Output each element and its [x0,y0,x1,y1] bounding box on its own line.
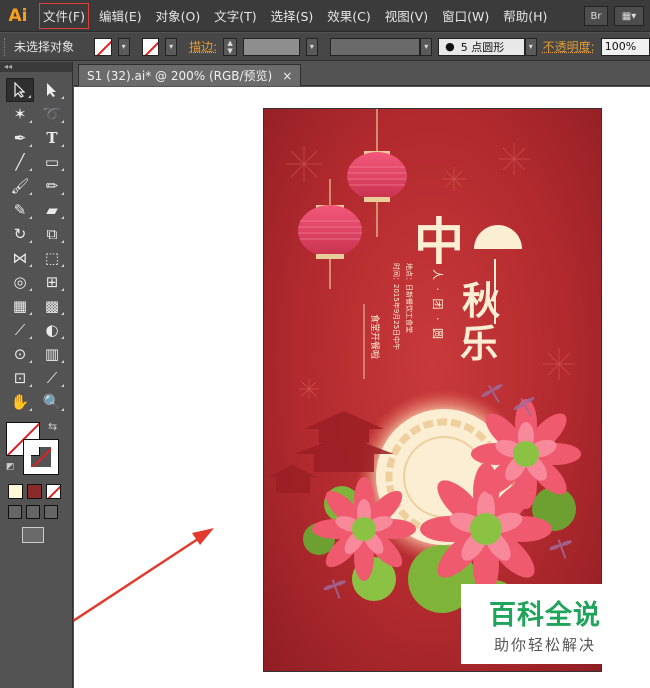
color-mode-icon[interactable] [8,484,23,499]
menu-window[interactable]: 窗口(W) [435,0,496,32]
width-tool-icon[interactable]: ⋈ [6,246,34,270]
artboard-tool-icon[interactable]: ⊡ [6,366,34,390]
perspective-grid-icon[interactable]: ⊞ [38,270,66,294]
zoom-tool-icon[interactable]: 🔍 [38,390,66,414]
menu-right-controls: Br ▦▾ [584,0,650,32]
stroke-weight-input[interactable] [242,37,300,56]
variable-width-profile[interactable] [329,37,421,56]
artboard-canvas[interactable]: 中 秋 乐 人 · 团 · 圆 时间：2015年9月25日中午 地点：日新餐饮工… [74,87,650,688]
eyedropper-icon[interactable]: ⟋ [6,318,34,342]
variable-width-dropdown[interactable]: ▾ [420,37,433,56]
stroke-label[interactable]: 描边: [189,38,217,55]
opacity-input[interactable]: 100% [600,37,650,56]
opacity-label[interactable]: 不透明度: [543,38,595,55]
stroke-dropdown[interactable]: ▾ [165,37,178,56]
app-logo: Ai [8,5,28,26]
blend-tool-icon[interactable]: ◐ [38,318,66,342]
menu-object[interactable]: 对象(O) [149,0,208,32]
draw-inside-icon[interactable] [44,505,58,519]
brush-definition[interactable]: ● 5 点圆形 [438,37,525,56]
watermark: 百科全说 助你轻松解决 [461,584,629,664]
gradient-mode-icon[interactable] [27,484,42,499]
bridge-button[interactable]: Br [584,6,608,26]
document-tab[interactable]: S1 (32).ai* @ 200% (RGB/预览) × [78,64,302,86]
none-mode-icon[interactable] [46,484,61,499]
mesh-tool-icon[interactable]: ▦ [6,294,34,318]
stroke-weight-stepper[interactable]: ▲ ▼ [223,37,237,56]
control-bar: 未选择对象 ▾ ▾ 描边: ▲ ▼ ▾ ▾ ● 5 点圆形 ▾ 不透明度: 100… [0,33,650,61]
menu-bar: Ai 文件(F) 编辑(E) 对象(O) 文字(T) 选择(S) 效果(C) 视… [0,0,650,32]
document-tab-bar: S1 (32).ai* @ 200% (RGB/预览) × [74,62,650,86]
blob-brush-icon[interactable]: ✎ [6,198,34,222]
menu-type[interactable]: 文字(T) [207,0,263,32]
fill-swatch[interactable] [93,37,112,56]
selection-tool-icon[interactable] [6,78,34,102]
shape-builder-icon[interactable]: ◎ [6,270,34,294]
gradient-tool-icon[interactable]: ▩ [38,294,66,318]
free-transform-icon[interactable]: ⬚ [38,246,66,270]
draw-normal-icon[interactable] [8,505,22,519]
paintbrush-icon[interactable]: 🖌 [6,174,34,198]
default-fill-stroke-icon[interactable]: ◩ [6,462,15,472]
screen-mode-icon[interactable] [22,527,44,543]
pen-tool-icon[interactable]: ✒ [6,126,34,150]
symbol-sprayer-icon[interactable]: ⊙ [6,342,34,366]
fill-dropdown[interactable]: ▾ [117,37,130,56]
stroke-color-box[interactable] [23,439,59,475]
stroke-weight-dropdown[interactable]: ▾ [305,37,318,56]
watermark-subtitle: 助你轻松解决 [493,636,596,654]
direct-selection-tool-icon[interactable] [38,78,66,102]
pencil-icon[interactable]: ✏ [38,174,66,198]
magic-wand-icon[interactable]: ✶ [6,102,34,126]
line-tool-icon[interactable]: ╱ [6,150,34,174]
close-tab-icon[interactable]: × [282,69,292,83]
eraser-icon[interactable]: ▰ [38,198,66,222]
menu-view[interactable]: 视图(V) [378,0,435,32]
control-bar-grip[interactable] [4,37,8,56]
selection-status: 未选择对象 [13,40,74,54]
lasso-icon[interactable]: ➰ [38,102,66,126]
watermark-title: 百科全说 [489,600,601,631]
tools-panel-collapse[interactable]: ◂◂ [0,62,72,72]
column-graph-icon[interactable]: ▥ [38,342,66,366]
workspace-switcher-button[interactable]: ▦▾ [614,6,644,26]
scale-tool-icon[interactable]: ⧉ [38,222,66,246]
color-mode-row [0,484,72,499]
illustrator-window: Ai 文件(F) 编辑(E) 对象(O) 文字(T) 选择(S) 效果(C) 视… [0,0,650,688]
brush-profile-label: 5 点圆形 [460,40,505,54]
menu-effect[interactable]: 效果(C) [320,0,377,32]
slice-tool-icon[interactable]: ⟋ [38,366,66,390]
rotate-tool-icon[interactable]: ↻ [6,222,34,246]
type-tool-icon[interactable]: T [38,126,66,150]
draw-behind-icon[interactable] [26,505,40,519]
tool-grid: ✶ ➰ ✒ T ╱ ▭ 🖌 ✏ ✎ ▰ ↻ ⧉ ⋈ ⬚ ◎ ⊞ ▦ ▩ ⟋ ◐ … [0,72,72,414]
menu-edit[interactable]: 编辑(E) [92,0,149,32]
hand-tool-icon[interactable]: ✋ [6,390,34,414]
draw-mode-row [0,505,72,519]
menu-select[interactable]: 选择(S) [264,0,321,32]
document-tab-title: S1 (32).ai* @ 200% (RGB/预览) [87,69,273,83]
rectangle-tool-icon[interactable]: ▭ [38,150,66,174]
fill-stroke-control: ⇆ ◩ [6,420,66,476]
stroke-swatch[interactable] [141,37,160,56]
swap-fill-stroke-icon[interactable]: ⇆ [48,420,57,433]
menu-file[interactable]: 文件(F) [36,0,92,32]
brush-dot-icon: ● [445,40,455,53]
brush-dropdown[interactable]: ▾ [524,37,537,56]
menu-help[interactable]: 帮助(H) [496,0,554,32]
tools-panel: ◂◂ ✶ ➰ ✒ T ╱ ▭ 🖌 ✏ ✎ ▰ ↻ ⧉ ⋈ ⬚ ◎ ⊞ ▦ ▩ ⟋… [0,62,73,688]
